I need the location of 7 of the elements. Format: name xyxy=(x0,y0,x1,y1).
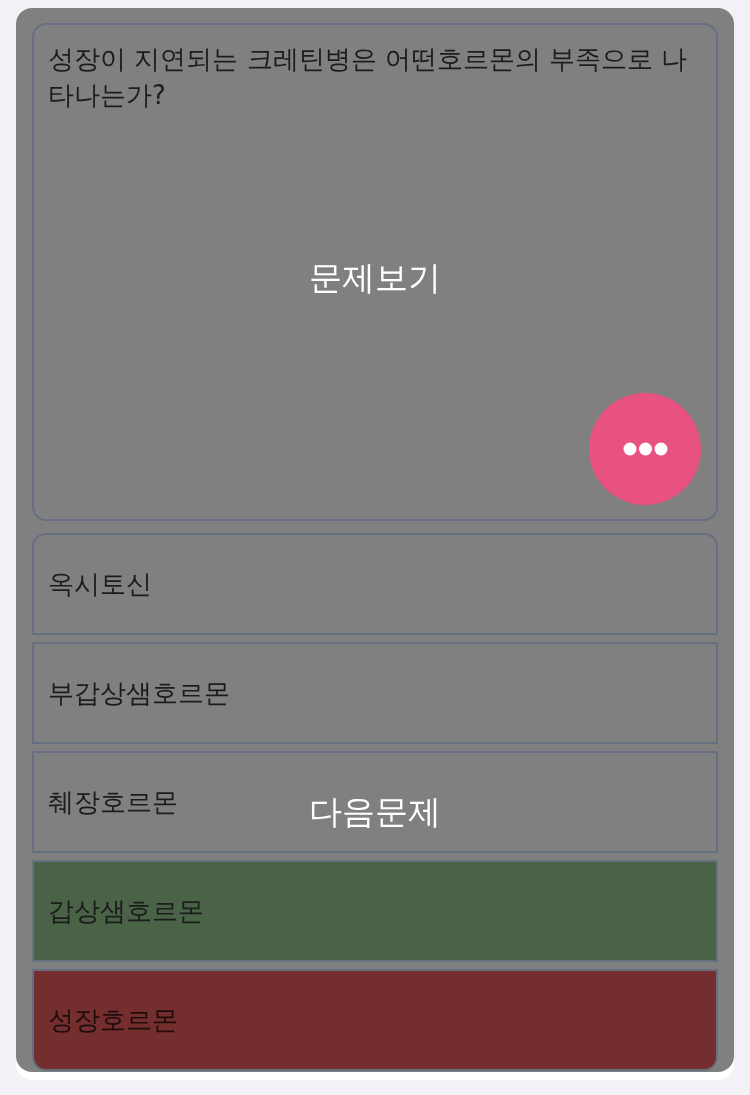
answer-option[interactable]: 옥시토신 xyxy=(32,533,718,635)
answer-option[interactable]: 부갑상샘호르몬 xyxy=(32,642,718,744)
next-question-hint: 다음문제 xyxy=(309,790,441,833)
answer-option[interactable]: 갑상샘호르몬 xyxy=(32,860,718,962)
question-text: 성장이 지연되는 크레틴병은 어떤호르몬의 부족으로 나타나는가? xyxy=(48,43,689,112)
view-question-hint: 문제보기 xyxy=(309,256,441,299)
more-icon xyxy=(622,442,668,456)
